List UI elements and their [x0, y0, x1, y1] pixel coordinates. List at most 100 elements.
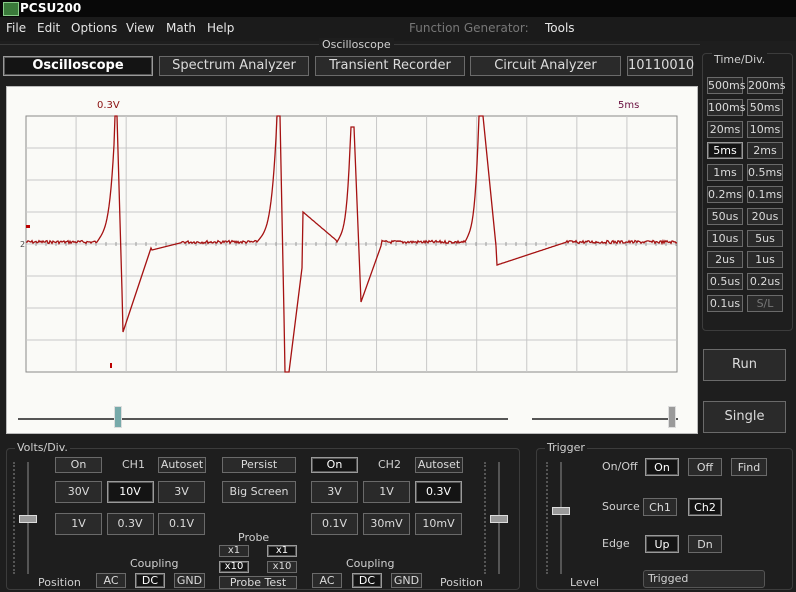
ch2-coupling-dc[interactable]: DC — [352, 573, 382, 588]
ch2-volts-3V[interactable]: 3V — [311, 481, 358, 503]
timediv-btn-50us[interactable]: 50us — [707, 207, 743, 225]
ch1-coupling-dc[interactable]: DC — [135, 573, 165, 588]
ch-ground-marker — [26, 225, 30, 228]
timediv-btn-10us[interactable]: 10us — [707, 229, 743, 247]
trigger-level-track[interactable] — [560, 462, 562, 574]
ch2-coupling-gnd[interactable]: GND — [391, 573, 422, 588]
timediv-btn-S_L[interactable]: S/L — [747, 295, 783, 312]
big-screen-button[interactable]: Big Screen — [222, 481, 296, 503]
app-icon — [3, 2, 19, 16]
trigger-source-ch1[interactable]: Ch1 — [643, 498, 677, 516]
ch2-label: CH2 — [378, 458, 401, 471]
timediv-btn-20us[interactable]: 20us — [747, 207, 783, 225]
timediv-btn-1us[interactable]: 1us — [747, 251, 783, 269]
menu-view[interactable]: View — [126, 21, 154, 35]
trigger-status: Trigged — [643, 570, 765, 588]
trigger-on-button[interactable]: On — [645, 458, 679, 476]
ch1-position-scale — [13, 462, 17, 574]
ch2-volts-30mV[interactable]: 30mV — [363, 513, 410, 535]
timediv-btn-0_1ms[interactable]: 0.1ms — [747, 186, 783, 203]
ch1-autoset-button[interactable]: Autoset — [158, 457, 206, 473]
trigger-marker — [110, 363, 112, 368]
menu-function-generator[interactable]: Function Generator: — [409, 21, 529, 35]
ch1-volts-30V[interactable]: 30V — [55, 481, 102, 503]
ch2-volts-0_1V[interactable]: 0.1V — [311, 513, 358, 535]
trigger-level-knob[interactable] — [552, 507, 570, 515]
ch1-volts-3V[interactable]: 3V — [158, 481, 205, 503]
ch2-autoset-button[interactable]: Autoset — [415, 457, 463, 473]
ch1-probe-x10[interactable]: x10 — [219, 561, 249, 573]
ch2-position-knob[interactable] — [490, 515, 508, 523]
trigger-edge-label: Edge — [602, 537, 630, 550]
ch1-volts-10V[interactable]: 10V — [106, 481, 154, 503]
volts-title: Volts/Div. — [15, 441, 70, 454]
timediv-btn-0_5us[interactable]: 0.5us — [707, 273, 743, 291]
timediv-btn-2ms[interactable]: 2ms — [747, 142, 783, 160]
trigger-find-button[interactable]: Find — [731, 458, 767, 476]
persist-button[interactable]: Persist — [222, 457, 296, 473]
timediv-btn-50ms[interactable]: 50ms — [747, 98, 783, 116]
timediv-btn-20ms[interactable]: 20ms — [707, 120, 743, 138]
ch2-volts-1V[interactable]: 1V — [363, 481, 410, 503]
menu-math[interactable]: Math — [166, 21, 196, 35]
ch2-coupling-ac[interactable]: AC — [312, 573, 342, 588]
menu-edit[interactable]: Edit — [37, 21, 60, 35]
tab-oscilloscope[interactable]: Oscilloscope — [3, 56, 153, 76]
menu-help[interactable]: Help — [207, 21, 234, 35]
probe-label: Probe — [238, 531, 270, 544]
trigger-source-ch2[interactable]: Ch2 — [688, 498, 722, 516]
ch1-coupling-ac[interactable]: AC — [96, 573, 126, 588]
ch1-on-button[interactable]: On — [55, 457, 102, 473]
ch1-volts-0_3V[interactable]: 0.3V — [106, 513, 154, 535]
trigger-edge-up[interactable]: Up — [645, 535, 679, 553]
ch2-volts-10mV[interactable]: 10mV — [415, 513, 462, 535]
timediv-btn-200ms[interactable]: 200ms — [747, 77, 785, 94]
horizontal-position-track[interactable] — [18, 418, 508, 420]
ch2-volts-0_3V[interactable]: 0.3V — [415, 481, 462, 503]
single-button[interactable]: Single — [703, 401, 786, 433]
tab-circuit-analyzer[interactable]: Circuit Analyzer — [470, 56, 621, 76]
ch-scale-label: 0.3V — [97, 100, 120, 111]
timediv-btn-1ms[interactable]: 1ms — [707, 164, 743, 182]
trigger-off-button[interactable]: Off — [688, 458, 722, 476]
title-bar: PCSU200 — [0, 0, 796, 17]
ch1-position-knob[interactable] — [19, 515, 37, 523]
timediv-btn-0_2ms[interactable]: 0.2ms — [707, 186, 743, 203]
ch2-on-button[interactable]: On — [311, 457, 358, 473]
timediv-btn-500ms[interactable]: 500ms — [707, 77, 745, 94]
binary-display[interactable]: 10110010 — [627, 56, 694, 76]
timediv-btn-100ms[interactable]: 100ms — [707, 98, 745, 116]
timediv-btn-10ms[interactable]: 10ms — [747, 120, 783, 138]
ch1-probe-x1[interactable]: x1 — [219, 545, 249, 557]
tab-transient-recorder[interactable]: Transient Recorder — [315, 56, 465, 76]
trigger-position-track[interactable] — [532, 418, 678, 420]
ch1-volts-0_1V[interactable]: 0.1V — [158, 513, 205, 535]
menu-tools[interactable]: Tools — [545, 21, 575, 35]
tab-spectrum-analyzer[interactable]: Spectrum Analyzer — [159, 56, 309, 76]
window-title: PCSU200 — [20, 1, 82, 15]
section-label: Oscilloscope — [319, 38, 394, 51]
timediv-btn-0_5ms[interactable]: 0.5ms — [747, 164, 783, 182]
menu-file[interactable]: File — [6, 21, 26, 35]
timediv-btn-2us[interactable]: 2us — [707, 251, 743, 269]
trigger-onoff-label: On/Off — [602, 460, 638, 473]
horizontal-position-knob[interactable] — [114, 406, 122, 428]
ch2-probe-x1[interactable]: x1 — [267, 545, 297, 557]
ch2-probe-x10[interactable]: x10 — [267, 561, 297, 573]
timediv-btn-0_2us[interactable]: 0.2us — [747, 273, 783, 291]
ch1-position-label: Position — [38, 576, 81, 589]
trigger-edge-dn[interactable]: Dn — [688, 535, 722, 553]
probe-test-button[interactable]: Probe Test — [219, 576, 297, 589]
ch1-volts-1V[interactable]: 1V — [55, 513, 102, 535]
ch1-coupling-gnd[interactable]: GND — [174, 573, 205, 588]
scope-display[interactable]: 0.3V 5ms 2 — [6, 86, 698, 434]
timediv-btn-5ms[interactable]: 5ms — [707, 142, 743, 160]
trigger-level-scale — [546, 462, 550, 574]
run-button[interactable]: Run — [703, 349, 786, 381]
time-scale-label: 5ms — [618, 100, 639, 111]
timediv-btn-0_1us[interactable]: 0.1us — [707, 295, 743, 312]
trigger-position-knob[interactable] — [668, 406, 676, 428]
menu-options[interactable]: Options — [71, 21, 117, 35]
timediv-btn-5us[interactable]: 5us — [747, 229, 783, 247]
ch2-position-label: Position — [440, 576, 483, 589]
